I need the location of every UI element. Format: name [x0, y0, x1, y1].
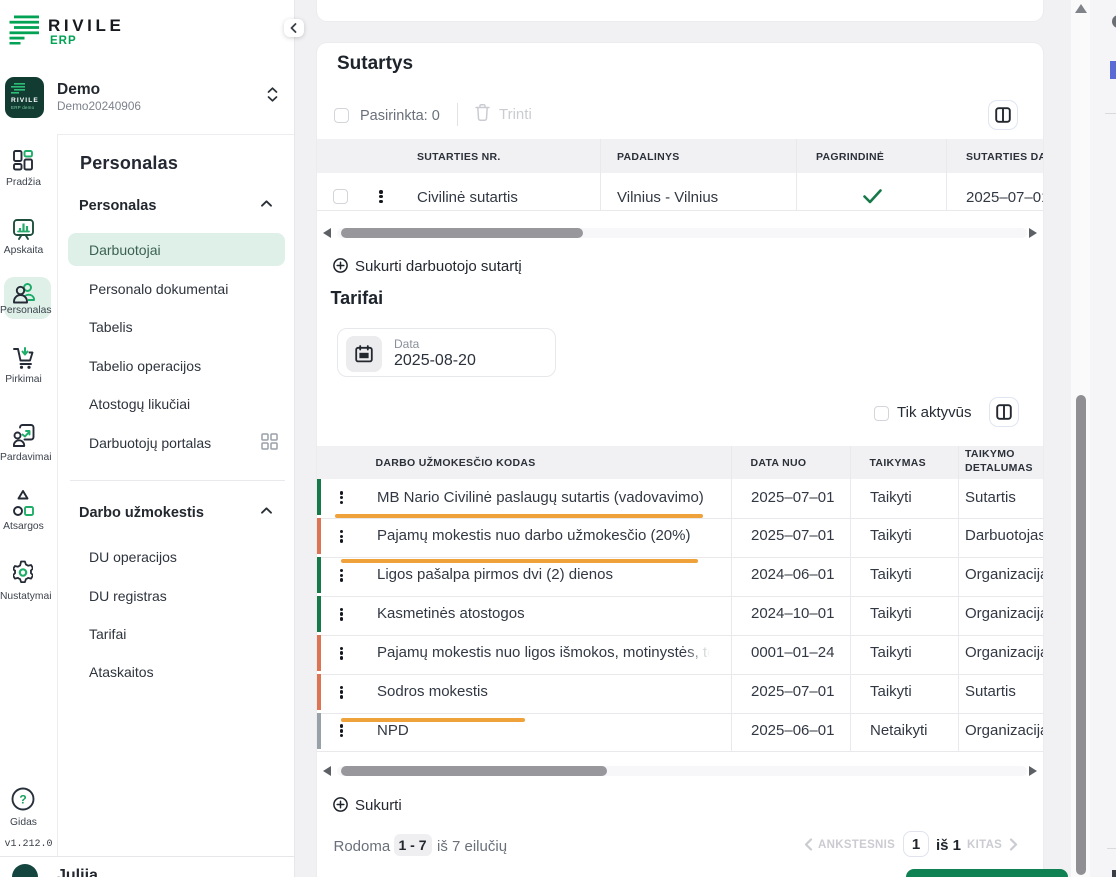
svg-text:?: ? [19, 793, 26, 807]
svg-text:RIVILE: RIVILE [11, 97, 38, 104]
svg-text:ERP demo: ERP demo [11, 105, 35, 110]
